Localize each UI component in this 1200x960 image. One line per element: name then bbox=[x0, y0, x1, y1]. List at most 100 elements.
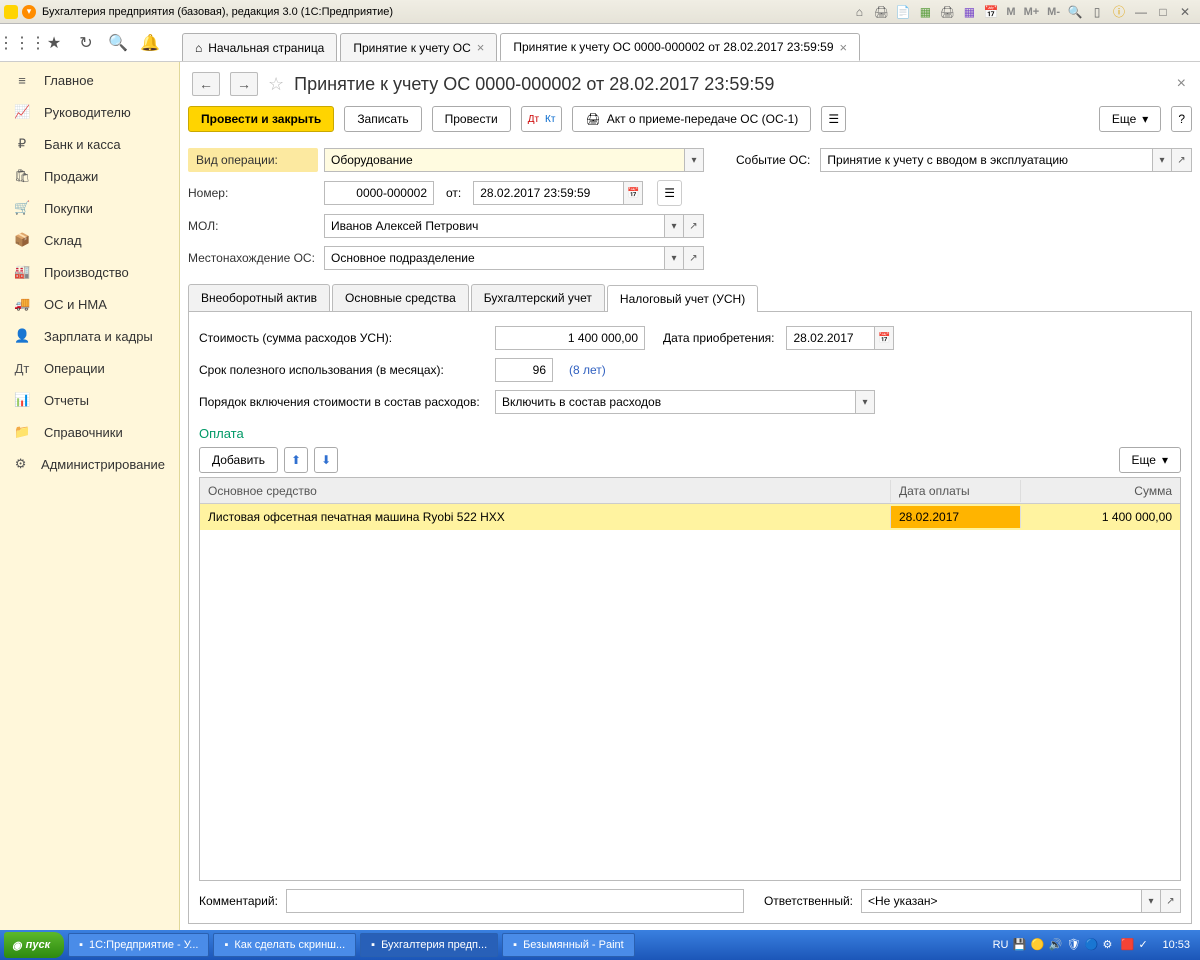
maximize-icon[interactable]: □ bbox=[1155, 4, 1171, 20]
lang-indicator[interactable]: RU bbox=[993, 939, 1009, 951]
order-select[interactable]: ▾ bbox=[495, 390, 875, 414]
m-button[interactable]: M bbox=[1006, 6, 1015, 18]
tray-icon[interactable]: 🟥 bbox=[1120, 938, 1134, 952]
op-input[interactable] bbox=[324, 148, 684, 172]
grid-icon[interactable]: ▦ bbox=[961, 4, 977, 20]
inner-tab-2[interactable]: Бухгалтерский учет bbox=[471, 284, 605, 311]
sidebar-item-8[interactable]: 👤Зарплата и кадры bbox=[0, 320, 179, 352]
zoom-icon[interactable]: 🔍 bbox=[1067, 4, 1083, 20]
dropdown-icon[interactable]: ▾ bbox=[22, 5, 36, 19]
calc-green-icon[interactable]: ▦ bbox=[917, 4, 933, 20]
close-doc-icon[interactable]: × bbox=[1177, 75, 1192, 93]
calendar-icon[interactable]: 📅 bbox=[874, 326, 894, 350]
home-icon[interactable]: ⌂ bbox=[851, 4, 867, 20]
sidebar-item-5[interactable]: 📦Склад bbox=[0, 224, 179, 256]
more-button[interactable]: Еще ▾ bbox=[1099, 106, 1161, 132]
mol-input[interactable] bbox=[324, 214, 664, 238]
event-select[interactable]: ▾ ↗ bbox=[820, 148, 1192, 172]
close-icon[interactable]: × bbox=[477, 40, 485, 55]
nav-forward-button[interactable]: → bbox=[230, 72, 258, 96]
help-button[interactable]: ? bbox=[1171, 106, 1192, 132]
taskbar-item-1[interactable]: ▪Как сделать скринш... bbox=[213, 933, 356, 957]
tab-doc2[interactable]: Принятие к учету ОС × bbox=[340, 33, 497, 61]
sidebar-item-11[interactable]: 📁Справочники bbox=[0, 416, 179, 448]
sidebar-item-7[interactable]: 🚚ОС и НМА bbox=[0, 288, 179, 320]
inner-tab-1[interactable]: Основные средства bbox=[332, 284, 469, 311]
resp-input[interactable] bbox=[861, 889, 1141, 913]
mol-select[interactable]: ▾ ↗ bbox=[324, 214, 704, 238]
nav-back-button[interactable]: ← bbox=[192, 72, 220, 96]
chevron-down-icon[interactable]: ▾ bbox=[664, 214, 684, 238]
date-input[interactable] bbox=[473, 181, 623, 205]
tab-home[interactable]: ⌂ Начальная страница bbox=[182, 33, 337, 61]
tray-icon[interactable]: ⚙ bbox=[1102, 938, 1116, 952]
inner-tab-0[interactable]: Внеоборотный актив bbox=[188, 284, 330, 311]
search-icon[interactable]: 🔍 bbox=[106, 31, 130, 55]
open-icon[interactable]: ↗ bbox=[1161, 889, 1181, 913]
close-window-icon[interactable]: ✕ bbox=[1177, 4, 1193, 20]
dtkt-button[interactable]: ДтКт bbox=[521, 106, 563, 132]
sidebar-item-2[interactable]: ₽Банк и касса bbox=[0, 128, 179, 160]
tray-icon[interactable]: 🛡 bbox=[1066, 938, 1080, 952]
chevron-down-icon[interactable]: ▾ bbox=[1152, 148, 1172, 172]
inner-tab-3[interactable]: Налоговый учет (УСН) bbox=[607, 285, 758, 312]
loc-select[interactable]: ▾ ↗ bbox=[324, 246, 704, 270]
lock-button[interactable]: ☰ bbox=[657, 180, 682, 206]
tray-icon[interactable]: 🔵 bbox=[1084, 938, 1098, 952]
table-row[interactable]: Листовая офсетная печатная машина Ryobi … bbox=[200, 504, 1180, 530]
start-button[interactable]: ◉ пуск bbox=[4, 932, 64, 958]
close-icon[interactable]: × bbox=[840, 40, 848, 55]
order-input[interactable] bbox=[495, 390, 855, 414]
op-select[interactable]: ▾ bbox=[324, 148, 704, 172]
chevron-down-icon[interactable]: ▾ bbox=[684, 148, 704, 172]
clock[interactable]: 10:53 bbox=[1162, 939, 1190, 951]
loc-input[interactable] bbox=[324, 246, 664, 270]
open-icon[interactable]: ↗ bbox=[1172, 148, 1192, 172]
star-icon[interactable]: ☆ bbox=[268, 74, 284, 95]
taskbar-item-2[interactable]: ▪Бухгалтерия предп... bbox=[360, 933, 498, 957]
open-icon[interactable]: ↗ bbox=[684, 214, 704, 238]
tab-doc3[interactable]: Принятие к учету ОС 0000-000002 от 28.02… bbox=[500, 33, 860, 61]
history-icon[interactable]: ↻ bbox=[74, 31, 98, 55]
taskbar-item-0[interactable]: ▪1С:Предприятие - У... bbox=[68, 933, 209, 957]
sidebar-item-6[interactable]: 🏭Производство bbox=[0, 256, 179, 288]
taskbar-item-3[interactable]: ▪Безымянный - Paint bbox=[502, 933, 635, 957]
favorite-icon[interactable]: ★ bbox=[42, 31, 66, 55]
write-button[interactable]: Записать bbox=[344, 106, 421, 132]
sidebar-item-0[interactable]: ≡Главное bbox=[0, 64, 179, 96]
sidebar-item-1[interactable]: 📈Руководителю bbox=[0, 96, 179, 128]
post-button[interactable]: Провести bbox=[432, 106, 511, 132]
resp-select[interactable]: ▾ ↗ bbox=[861, 889, 1181, 913]
m-plus-button[interactable]: M+ bbox=[1024, 6, 1040, 18]
event-input[interactable] bbox=[820, 148, 1152, 172]
life-input[interactable] bbox=[495, 358, 553, 382]
minimize-icon[interactable]: — bbox=[1133, 4, 1149, 20]
printer2-icon[interactable]: 🖨 bbox=[939, 4, 955, 20]
tray-icon[interactable]: 🟡 bbox=[1030, 938, 1044, 952]
print-icon[interactable]: 🖨 bbox=[873, 4, 889, 20]
calendar-icon[interactable]: 📅 bbox=[623, 181, 643, 205]
open-icon[interactable]: ↗ bbox=[684, 246, 704, 270]
chevron-down-icon[interactable]: ▾ bbox=[1141, 889, 1161, 913]
panel-icon[interactable]: ▯ bbox=[1089, 4, 1105, 20]
sidebar-item-9[interactable]: ДтОперации bbox=[0, 352, 179, 384]
cost-input[interactable] bbox=[495, 326, 645, 350]
post-close-button[interactable]: Провести и закрыть bbox=[188, 106, 334, 132]
tray-icon[interactable]: 💾 bbox=[1012, 938, 1026, 952]
help-icon[interactable]: ⓘ bbox=[1111, 4, 1127, 20]
tray-icon[interactable]: ✓ bbox=[1138, 938, 1152, 952]
table-more-button[interactable]: Еще ▾ bbox=[1119, 447, 1181, 473]
sidebar-item-4[interactable]: 🛒Покупки bbox=[0, 192, 179, 224]
sidebar-item-12[interactable]: ⚙Администрирование bbox=[0, 448, 179, 480]
m-minus-button[interactable]: M- bbox=[1047, 6, 1060, 18]
act-button[interactable]: 🖨 Акт о приеме-передаче ОС (ОС-1) bbox=[572, 106, 811, 132]
num-input[interactable] bbox=[324, 181, 434, 205]
doc-icon[interactable]: 📄 bbox=[895, 4, 911, 20]
sidebar-item-10[interactable]: 📊Отчеты bbox=[0, 384, 179, 416]
move-down-button[interactable]: ⬇ bbox=[314, 447, 338, 473]
structure-button[interactable]: ☰ bbox=[821, 106, 846, 132]
bell-icon[interactable]: 🔔 bbox=[138, 31, 162, 55]
sidebar-item-3[interactable]: 🛍Продажи bbox=[0, 160, 179, 192]
chevron-down-icon[interactable]: ▾ bbox=[855, 390, 875, 414]
tray-icon[interactable]: 🔊 bbox=[1048, 938, 1062, 952]
